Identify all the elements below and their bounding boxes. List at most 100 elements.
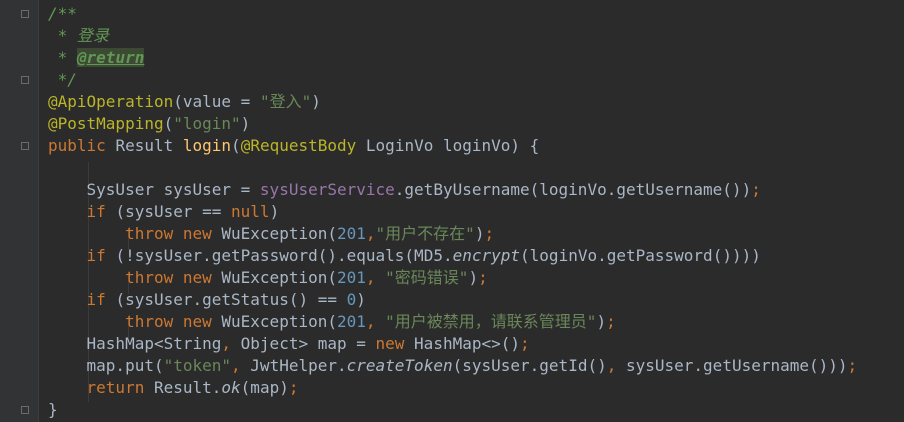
code-line[interactable]: throw new WuException(201, "用户被禁用，请联系管理员… <box>48 311 857 333</box>
code-token: ) <box>474 224 485 243</box>
code-token: ( <box>163 114 174 133</box>
code-token: HashMap<>() <box>414 334 521 353</box>
code-token: 201 <box>336 312 366 331</box>
code-token: if <box>86 202 116 221</box>
code-token: , <box>221 334 241 353</box>
code-token: sysUserService <box>259 180 395 199</box>
code-token: , <box>365 268 386 287</box>
code-token: 201 <box>336 224 366 243</box>
code-token: map.put( <box>48 356 164 375</box>
code-token: HashMap<String <box>48 334 222 353</box>
code-line[interactable]: throw new WuException(201,"用户不存在"); <box>48 223 857 245</box>
code-token: ) <box>311 92 321 111</box>
code-line[interactable]: SysUser sysUser = sysUserService.getByUs… <box>48 179 857 201</box>
code-token: "用户被禁用，请联系管理员" <box>385 312 597 331</box>
code-token: ) <box>356 290 366 309</box>
code-token: ) <box>240 114 251 133</box>
code-area[interactable]: /** * 登录 * @return */ @ApiOperation(value… <box>48 3 857 421</box>
code-token: JwtHelper. <box>250 356 347 375</box>
code-line[interactable]: if (sysUser.getStatus() == 0) <box>48 289 857 311</box>
code-token: throw new <box>125 312 222 331</box>
fold-marker-icon[interactable] <box>21 142 29 150</box>
code-token: ; <box>484 224 495 243</box>
code-token: ; <box>751 180 761 199</box>
code-token: "token" <box>163 356 232 375</box>
code-token: * <box>48 48 77 67</box>
code-token: ( <box>231 136 241 155</box>
code-token: null <box>231 202 270 221</box>
code-token: ; <box>478 268 488 287</box>
code-token: ) <box>596 312 607 331</box>
editor-gutter <box>0 0 39 422</box>
code-line[interactable]: public Result login(@RequestBody LoginVo… <box>48 135 857 157</box>
code-line[interactable]: @ApiOperation(value = "登入") <box>48 91 857 113</box>
code-line[interactable]: throw new WuException(201, "密码错误"); <box>48 267 857 289</box>
code-token: public <box>48 136 116 155</box>
code-line[interactable]: if (!sysUser.getPassword().equals(MD5.en… <box>48 245 857 267</box>
code-token: (sysUser.getStatus() == <box>115 290 347 309</box>
code-line[interactable]: /** <box>48 3 857 25</box>
code-token: login <box>182 136 232 155</box>
code-token: (sysUser == <box>115 202 232 221</box>
code-token: (loginVo.getPassword()))) <box>520 246 761 265</box>
code-token: encrypt <box>452 246 521 265</box>
code-token: WuException( <box>221 268 337 287</box>
code-token: sysUser.getUsername())) <box>625 356 848 375</box>
fold-marker-icon[interactable] <box>21 76 29 84</box>
code-token: "密码错误" <box>385 268 469 287</box>
code-token: @return <box>76 48 145 67</box>
code-line[interactable] <box>48 157 857 179</box>
code-token: */ <box>48 70 77 89</box>
code-token: , <box>365 224 376 243</box>
code-token: if <box>86 246 116 265</box>
code-token: (!sysUser.getPassword().equals(MD5. <box>115 246 453 265</box>
code-line[interactable]: } <box>48 399 857 421</box>
code-token: Result. <box>153 378 222 397</box>
code-token: , <box>231 356 251 375</box>
code-editor[interactable]: /** * 登录 * @return */ @ApiOperation(value… <box>0 0 904 422</box>
code-token: "login" <box>173 114 241 133</box>
code-token: (sysUser.getId() <box>452 356 607 375</box>
code-token: (value = <box>173 92 260 111</box>
code-token: WuException( <box>221 224 337 243</box>
code-token: , <box>365 312 386 331</box>
code-token: createToken <box>346 356 453 375</box>
code-token: @ApiOperation <box>48 92 174 111</box>
code-line[interactable]: * @return <box>48 47 857 69</box>
code-token: 0 <box>346 290 357 309</box>
code-token: .getByUsername(loginVo.getUsername()) <box>394 180 752 199</box>
code-line[interactable]: if (sysUser == null) <box>48 201 857 223</box>
code-token: "登入" <box>259 92 312 111</box>
code-token: @PostMapping <box>48 114 164 133</box>
code-line[interactable]: HashMap<String, Object> map = new HashMa… <box>48 333 857 355</box>
code-line[interactable]: return Result.ok(map); <box>48 377 857 399</box>
code-token: throw new <box>125 224 222 243</box>
code-line[interactable]: * 登录 <box>48 25 857 47</box>
code-line[interactable]: @PostMapping("login") <box>48 113 857 135</box>
code-token: Result <box>115 136 183 155</box>
code-token: ; <box>606 312 616 331</box>
code-token: * 登录 <box>48 26 109 45</box>
code-token: ) <box>468 268 479 287</box>
code-token: 201 <box>336 268 366 287</box>
code-line[interactable]: map.put("token", JwtHelper.createToken(s… <box>48 355 858 377</box>
fold-marker-icon[interactable] <box>21 406 29 414</box>
code-token: if <box>86 290 116 309</box>
fold-marker-icon[interactable] <box>21 10 29 18</box>
code-token: "用户不存在" <box>375 224 475 243</box>
code-line[interactable]: */ <box>48 69 857 91</box>
code-token: new <box>375 334 415 353</box>
code-token: (map) <box>240 378 289 397</box>
code-token: ; <box>288 378 299 397</box>
code-token: } <box>48 400 58 419</box>
code-token: WuException( <box>221 312 337 331</box>
code-token: SysUser sysUser = <box>48 180 260 199</box>
code-token: ; <box>847 356 858 375</box>
